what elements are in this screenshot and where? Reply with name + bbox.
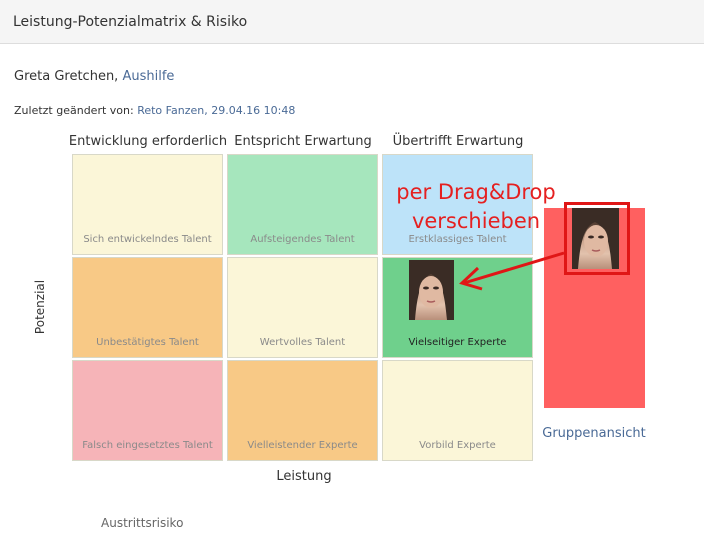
cell-label: Vielleistender Experte <box>247 440 358 451</box>
annotation-line-1: per Drag&Drop <box>396 180 556 204</box>
employee-avatar-in-matrix[interactable] <box>409 260 454 320</box>
column-header-development-required: Entwicklung erforderlich <box>68 134 228 149</box>
employee-name: Greta Gretchen, <box>14 69 119 84</box>
employee-info: Greta Gretchen, Aushilfe <box>14 69 174 84</box>
cell-label: Sich entwickelndes Talent <box>83 234 212 245</box>
y-axis-label: Potenzial <box>33 279 47 335</box>
x-axis-label: Leistung <box>276 469 332 484</box>
cell-label: Vielseitiger Experte <box>408 337 507 348</box>
matrix-cell-valuable-talent[interactable]: Wertvolles Talent <box>227 257 378 358</box>
group-view-link[interactable]: Gruppenansicht <box>532 426 656 441</box>
cell-label: Unbestätigtes Talent <box>96 337 199 348</box>
matrix-cell-emerging-talent[interactable]: Sich entwickelndes Talent <box>72 154 223 255</box>
employee-avatar-draggable[interactable] <box>572 208 619 269</box>
column-header-meets-expectation: Entspricht Erwartung <box>234 134 372 149</box>
matrix-cell-versatile-expert[interactable]: Vielseitiger Experte <box>382 257 533 358</box>
cell-label: Falsch eingesetztes Talent <box>82 440 213 451</box>
matrix-cell-misplaced-talent[interactable]: Falsch eingesetztes Talent <box>72 360 223 461</box>
page-title: Leistung-Potenzialmatrix & Risiko <box>13 14 248 30</box>
matrix-cell-unconfirmed-talent[interactable]: Unbestätigtes Talent <box>72 257 223 358</box>
panel-header: Leistung-Potenzialmatrix & Risiko <box>0 0 704 44</box>
annotation-line-2: verschieben <box>411 209 541 233</box>
matrix-cell-rising-talent[interactable]: Aufsteigendes Talent <box>227 154 378 255</box>
last-changed-value[interactable]: Reto Fanzen, 29.04.16 10:48 <box>137 104 295 117</box>
cell-label: Aufsteigendes Talent <box>250 234 355 245</box>
last-changed-info: Zuletzt geändert von: Reto Fanzen, 29.04… <box>14 104 295 117</box>
employee-role[interactable]: Aushilfe <box>122 69 174 84</box>
exit-risk-label: Austrittsrisiko <box>101 516 184 530</box>
cell-label: Vorbild Experte <box>419 440 496 451</box>
cell-label: Wertvolles Talent <box>259 337 346 348</box>
matrix-cell-role-model-expert[interactable]: Vorbild Experte <box>382 360 533 461</box>
column-header-exceeds-expectation: Übertrifft Erwartung <box>392 134 524 149</box>
drag-drop-annotation: per Drag&Drop verschieben <box>386 178 566 236</box>
last-changed-label: Zuletzt geändert von: <box>14 104 134 117</box>
matrix-cell-high-performing-expert[interactable]: Vielleistender Experte <box>227 360 378 461</box>
